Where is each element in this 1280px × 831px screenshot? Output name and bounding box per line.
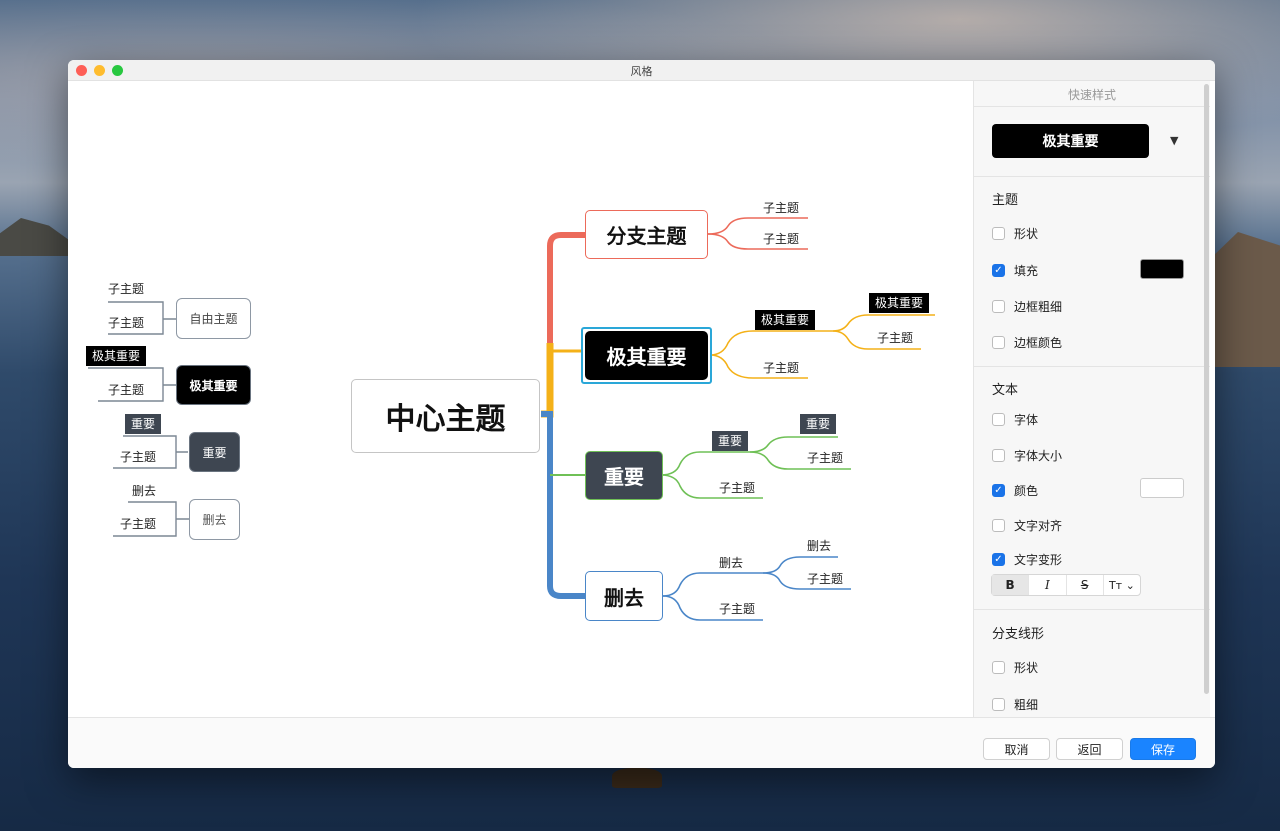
trunk-red [547,232,585,343]
subtopic-label[interactable]: 子主题 [877,329,913,346]
subtopic-tag[interactable]: 极其重要 [869,293,930,313]
fill-color-swatch[interactable] [1140,259,1184,279]
selection-outline: 极其重要 [581,327,712,384]
option-font[interactable]: 字体 [992,411,1038,428]
option-color[interactable]: ✓ 颜色 [992,482,1038,499]
subtopic-label[interactable]: 子主题 [763,359,799,376]
branch-topic[interactable]: 删去 [585,571,663,621]
divider [974,609,1210,610]
legend-critical-topic[interactable]: 极其重要 [176,365,251,405]
subtopic-label[interactable]: 子主题 [763,230,799,247]
option-border-color[interactable]: 边框颜色 [992,334,1062,351]
text-color-swatch[interactable] [1140,478,1184,498]
legend-tag[interactable]: 重要 [125,414,162,434]
strikethrough-button[interactable]: S [1067,575,1104,595]
legend-subtopic[interactable]: 子主题 [108,314,144,331]
checkbox[interactable] [992,336,1005,349]
style-panel: 快速样式 极其重要 ▼ 主题 形状 ✓ 填充 边框粗细 边框颜色 文本 字体 字体… [973,81,1210,717]
legend-delete-topic[interactable]: 删去 [189,499,240,540]
wallpaper-island-right [1210,232,1280,367]
option-shape[interactable]: 形状 [992,225,1038,242]
option-border-width[interactable]: 边框粗细 [992,298,1062,315]
legend-tag[interactable]: 极其重要 [86,346,147,366]
section-title-topic: 主题 [992,193,1019,208]
checkbox[interactable] [992,413,1005,426]
save-button[interactable]: 保存 [1130,738,1196,760]
legend-subtopic[interactable]: 子主题 [120,515,156,532]
divider [974,106,1210,107]
window-title: 风格 [630,65,653,78]
section-title-text: 文本 [992,383,1019,398]
style-window: 风格 中心主题 分支主题 子主题 子主题 极其重要 极其重要 子主题 极其重要 … [68,60,1215,768]
trunk-blue [541,411,585,599]
legend-important-topic[interactable]: 重要 [189,432,240,472]
legend-subtopic-strike[interactable]: 删去 [132,482,156,499]
chevron-down-icon[interactable]: ▼ [1170,134,1178,147]
checkbox[interactable] [992,300,1005,313]
back-button[interactable]: 返回 [1056,738,1123,760]
branch-topic-selected[interactable]: 极其重要 [585,331,708,380]
italic-button[interactable]: I [1029,575,1067,595]
legend-subtopic[interactable]: 子主题 [120,448,156,465]
quick-style-select[interactable]: 极其重要 [992,124,1149,158]
center-topic[interactable]: 中心主题 [351,379,540,453]
wallpaper-rock [612,768,662,788]
checkbox[interactable] [992,661,1005,674]
text-format-toolbar: B I S Tт ⌄ [991,574,1141,596]
divider [974,366,1210,367]
option-branch-width[interactable]: 粗细 [992,696,1038,713]
subtopic-label[interactable]: 子主题 [719,600,755,617]
cancel-button[interactable]: 取消 [983,738,1050,760]
subtopic-tag[interactable]: 极其重要 [755,310,816,330]
option-fill[interactable]: ✓ 填充 [992,262,1038,279]
option-branch-shape[interactable]: 形状 [992,659,1038,676]
checkbox[interactable] [992,449,1005,462]
subtopic-label[interactable]: 子主题 [719,479,755,496]
mindmap-canvas[interactable]: 中心主题 分支主题 子主题 子主题 极其重要 极其重要 子主题 极其重要 子主题… [68,81,959,717]
legend-free-topic[interactable]: 自由主题 [176,298,251,339]
checkbox-checked[interactable]: ✓ [992,264,1005,277]
trunk-yellow [541,343,554,418]
checkbox-checked[interactable]: ✓ [992,553,1005,566]
option-text-align[interactable]: 文字对齐 [992,517,1062,534]
subtopic-label-strike[interactable]: 删去 [719,554,743,571]
panel-scrollbar[interactable] [1204,84,1209,694]
checkbox-checked[interactable]: ✓ [992,484,1005,497]
subtopic-tag[interactable]: 重要 [800,414,837,434]
subtopic-label-strike[interactable]: 删去 [807,537,831,554]
checkbox[interactable] [992,698,1005,711]
legend-subtopic[interactable]: 子主题 [108,280,144,297]
subtopic-label[interactable]: 子主题 [807,570,843,587]
title-bar: 风格 [68,60,1215,81]
option-text-transform[interactable]: ✓ 文字变形 [992,551,1062,568]
checkbox[interactable] [992,519,1005,532]
bold-button[interactable]: B [992,575,1030,595]
subtopic-tag[interactable]: 重要 [712,431,749,451]
panel-header: 快速样式 [1067,88,1116,102]
section-title-branch: 分支线形 [992,627,1045,642]
divider [974,176,1210,177]
checkbox[interactable] [992,227,1005,240]
footer-bar: 取消 返回 保存 [68,717,1215,768]
text-case-dropdown[interactable]: Tт ⌄ [1104,575,1140,595]
subtopic-label[interactable]: 子主题 [763,199,799,216]
subtopic-label[interactable]: 子主题 [807,449,843,466]
branch-topic[interactable]: 重要 [585,451,663,500]
option-font-size[interactable]: 字体大小 [992,447,1062,464]
branch-topic[interactable]: 分支主题 [585,210,708,259]
legend-subtopic[interactable]: 子主题 [108,381,144,398]
